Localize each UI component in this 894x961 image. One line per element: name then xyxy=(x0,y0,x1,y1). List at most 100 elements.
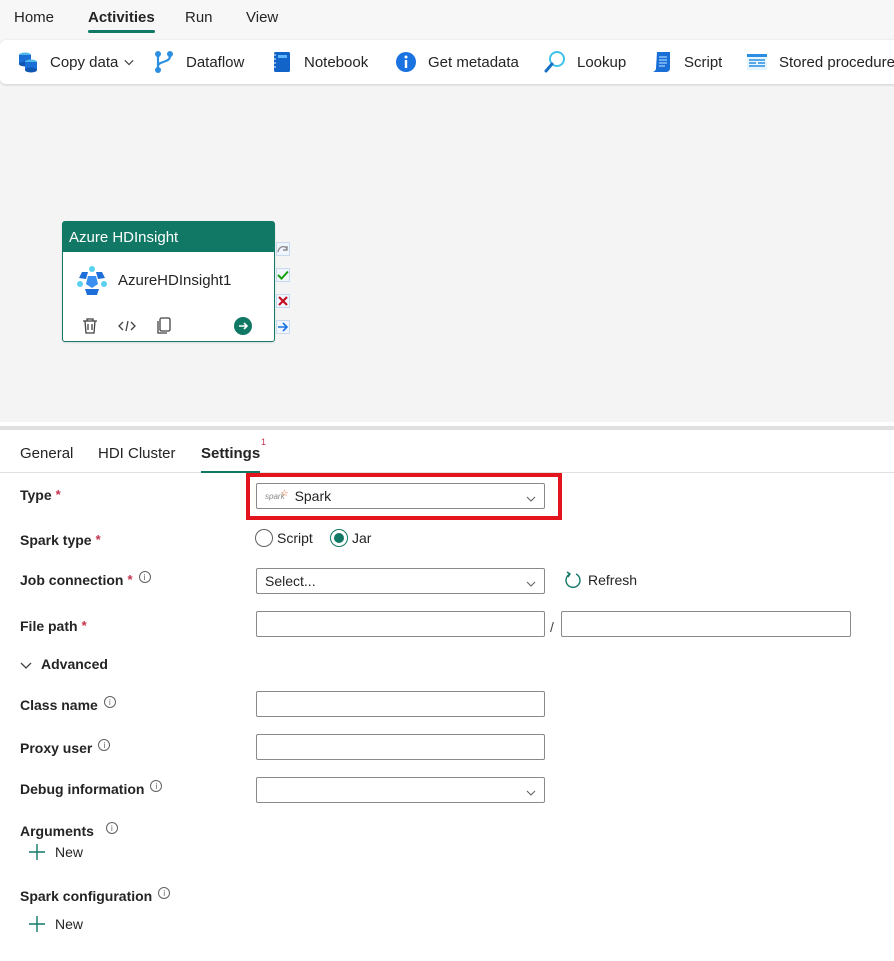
spark-type-script-radio[interactable]: Script xyxy=(255,529,313,547)
file-path-label: File path * xyxy=(20,618,87,634)
fail-connector-icon[interactable] xyxy=(276,294,290,308)
dataflow-icon xyxy=(152,50,176,74)
chevron-down-icon xyxy=(20,658,32,670)
stored-procedure-label: Stored procedure xyxy=(779,53,894,71)
proxy-user-input[interactable] xyxy=(256,734,545,760)
add-argument-button[interactable]: New xyxy=(28,843,83,861)
required-marker: * xyxy=(127,572,133,587)
lookup-icon xyxy=(543,50,567,74)
debug-information-label-text: Debug information xyxy=(20,781,145,797)
activity-node[interactable]: Azure HDInsight AzureHDInsight1 xyxy=(62,221,275,342)
notebook-label: Notebook xyxy=(304,53,369,71)
spark-logo-icon: spark ☆ xyxy=(265,487,289,501)
class-name-input[interactable] xyxy=(256,691,545,717)
tab-settings[interactable]: Settings xyxy=(201,445,261,473)
activity-name: AzureHDInsight1 xyxy=(118,272,232,289)
stored-procedure-button[interactable]: Stored procedure xyxy=(745,40,894,84)
job-connection-dropdown[interactable]: Select... xyxy=(256,568,545,594)
info-icon[interactable]: i xyxy=(138,571,151,583)
skip-connector-icon[interactable] xyxy=(276,242,290,256)
spark-type-jar-radio[interactable]: Jar xyxy=(330,529,371,547)
job-connection-label-text: Job connection xyxy=(20,572,124,588)
copy-data-label: Copy data xyxy=(50,53,119,71)
lookup-label: Lookup xyxy=(577,53,627,71)
notebook-button[interactable]: Notebook xyxy=(270,40,368,84)
code-icon[interactable] xyxy=(117,316,137,336)
add-spark-configuration-button[interactable]: New xyxy=(28,915,83,933)
completion-connector-icon[interactable] xyxy=(276,320,290,334)
tab-view[interactable]: View xyxy=(246,0,278,26)
plus-icon xyxy=(28,915,46,933)
new-label: New xyxy=(55,844,84,860)
activities-toolbar: Copy data Dataflow Notebook Get metadata xyxy=(0,40,894,84)
ribbon: Home Activities Run View Copy data Dataf… xyxy=(0,0,894,88)
hdinsight-icon xyxy=(76,266,108,296)
info-icon[interactable]: i xyxy=(150,780,163,792)
go-arrow-icon[interactable] xyxy=(233,316,253,336)
tab-run[interactable]: Run xyxy=(185,0,213,26)
delete-icon[interactable] xyxy=(80,316,100,336)
dataflow-label: Dataflow xyxy=(186,53,245,71)
stored-procedure-icon xyxy=(745,50,769,74)
type-label: Type * xyxy=(20,487,61,503)
info-icon[interactable]: i xyxy=(98,739,111,751)
class-name-label: Class name i xyxy=(20,696,116,713)
spark-type-label-text: Spark type xyxy=(20,532,92,548)
activity-type-label: Azure HDInsight xyxy=(63,222,274,252)
file-path-container-input[interactable] xyxy=(256,611,545,637)
job-connection-label: Job connection * i xyxy=(20,571,151,588)
lookup-button[interactable]: Lookup xyxy=(543,40,626,84)
info-icon[interactable]: i xyxy=(105,822,118,834)
arguments-label: Arguments i xyxy=(20,822,118,839)
advanced-toggle[interactable]: Advanced xyxy=(20,656,108,672)
tab-hdi-cluster[interactable]: HDI Cluster xyxy=(98,445,176,462)
radio-label: Script xyxy=(277,530,313,546)
copy-data-button[interactable]: Copy data xyxy=(16,40,134,84)
file-path-label-text: File path xyxy=(20,618,78,634)
info-icon[interactable]: i xyxy=(103,696,116,708)
tab-general[interactable]: General xyxy=(20,445,73,462)
tab-activities[interactable]: Activities xyxy=(88,0,155,33)
radio-circle xyxy=(255,529,273,547)
proxy-user-label-text: Proxy user xyxy=(20,740,93,756)
required-marker: * xyxy=(55,487,61,502)
notebook-icon xyxy=(270,50,294,74)
radio-circle-selected xyxy=(330,529,348,547)
chevron-down-icon xyxy=(526,785,536,796)
type-dropdown[interactable]: spark ☆ Spark xyxy=(256,483,545,509)
script-icon xyxy=(650,50,674,74)
spark-configuration-label: Spark configuration i xyxy=(20,887,171,904)
get-metadata-button[interactable]: Get metadata xyxy=(394,40,519,84)
proxy-user-label: Proxy user i xyxy=(20,739,111,756)
advanced-label: Advanced xyxy=(41,656,108,672)
dataflow-button[interactable]: Dataflow xyxy=(152,40,244,84)
script-label: Script xyxy=(684,53,723,71)
debug-information-dropdown[interactable] xyxy=(256,777,545,803)
plus-icon xyxy=(28,843,46,861)
file-path-file-input[interactable] xyxy=(561,611,851,637)
new-label: New xyxy=(55,916,84,932)
arguments-label-text: Arguments xyxy=(20,823,94,839)
refresh-icon xyxy=(564,571,582,589)
get-metadata-label: Get metadata xyxy=(428,53,519,71)
spark-type-label: Spark type * xyxy=(20,532,101,548)
script-button[interactable]: Script xyxy=(650,40,722,84)
job-connection-value: Select... xyxy=(265,573,316,589)
success-connector-icon[interactable] xyxy=(276,268,290,282)
settings-error-badge: 1 xyxy=(261,437,267,447)
tab-home[interactable]: Home xyxy=(14,0,54,26)
path-separator: / xyxy=(550,619,554,635)
properties-tabs: General HDI Cluster Settings xyxy=(0,430,894,473)
copy-data-icon xyxy=(16,50,40,74)
chevron-down-icon xyxy=(526,576,536,587)
info-icon xyxy=(394,50,418,74)
refresh-label: Refresh xyxy=(588,572,638,588)
type-value: Spark xyxy=(294,488,332,504)
info-icon[interactable]: i xyxy=(158,887,171,899)
radio-label: Jar xyxy=(352,530,372,546)
refresh-button[interactable]: Refresh xyxy=(564,571,637,589)
required-marker: * xyxy=(81,618,87,633)
copy-icon[interactable] xyxy=(154,316,174,336)
debug-information-label: Debug information i xyxy=(20,780,163,797)
required-marker: * xyxy=(95,532,101,547)
